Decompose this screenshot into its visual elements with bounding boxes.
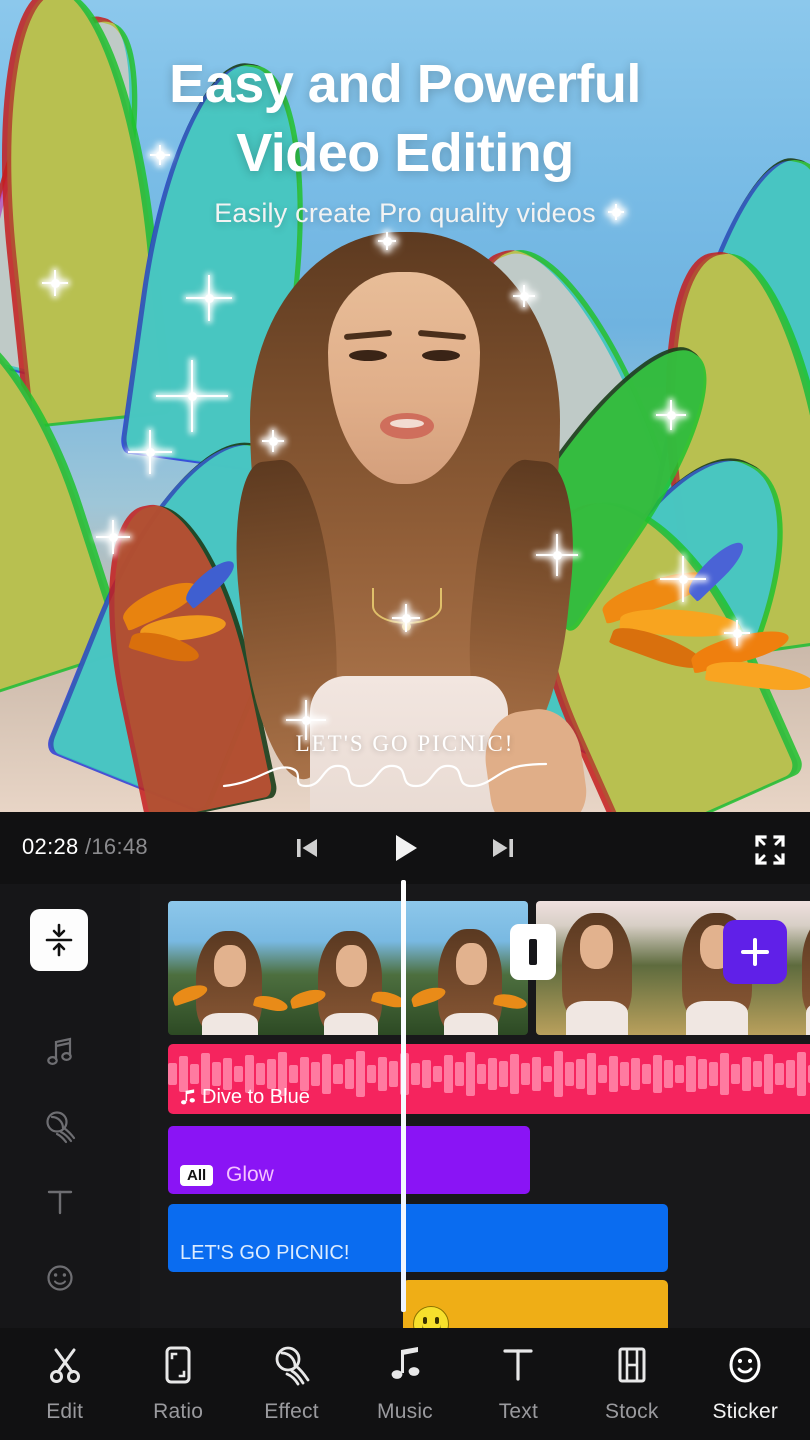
tab-effect[interactable]: Effect bbox=[240, 1344, 344, 1424]
tab-text-label: Text bbox=[498, 1400, 539, 1423]
film-icon bbox=[612, 1344, 652, 1386]
hero-subtitle: Easily create Pro quality videos bbox=[214, 198, 596, 228]
effect-icon bbox=[46, 1111, 76, 1144]
tab-stock[interactable]: Stock bbox=[580, 1344, 684, 1424]
tab-text[interactable]: Text bbox=[466, 1344, 570, 1424]
transport-controls bbox=[0, 812, 810, 884]
text-clip[interactable]: LET'S GO PICNIC! bbox=[168, 1204, 668, 1272]
clip-thumbnail bbox=[168, 901, 288, 1035]
add-clip-button[interactable] bbox=[723, 920, 787, 984]
effect-scope-badge: All bbox=[180, 1164, 214, 1186]
skip-next-icon bbox=[493, 839, 513, 857]
sidebar-item-text-track[interactable] bbox=[34, 1176, 86, 1228]
sticker-clip[interactable] bbox=[403, 1280, 668, 1328]
tab-ratio-label: Ratio bbox=[153, 1400, 204, 1423]
clip-thumbnail bbox=[288, 901, 408, 1035]
smiley-icon bbox=[47, 1265, 73, 1291]
tab-edit[interactable]: Edit bbox=[13, 1344, 117, 1424]
tab-ratio[interactable]: Ratio bbox=[126, 1344, 230, 1424]
sidebar-item-effect-track[interactable] bbox=[34, 1100, 86, 1152]
sticker-icon bbox=[724, 1344, 766, 1386]
tab-music[interactable]: Music bbox=[353, 1344, 457, 1424]
sidebar-item-merge-clips[interactable] bbox=[30, 909, 88, 971]
effect-icon bbox=[271, 1344, 313, 1386]
video-clip[interactable] bbox=[168, 901, 528, 1035]
playback-bar: 02:28 /16:48 bbox=[0, 812, 810, 884]
text-icon bbox=[47, 1190, 73, 1215]
music-clip-label: Dive to Blue bbox=[178, 1086, 310, 1109]
ratio-icon bbox=[158, 1344, 198, 1386]
playhead[interactable] bbox=[401, 880, 406, 1312]
fullscreen-icon bbox=[755, 835, 785, 865]
tab-effect-label: Effect bbox=[264, 1400, 319, 1423]
tab-stock-label: Stock bbox=[605, 1400, 659, 1423]
flower bbox=[688, 600, 810, 730]
transition-button[interactable] bbox=[510, 924, 556, 980]
effect-clip[interactable]: All Glow bbox=[168, 1126, 530, 1194]
track-rail bbox=[0, 884, 140, 1328]
music-clip[interactable]: Dive to Blue bbox=[168, 1044, 810, 1114]
hero-headline: Easy and Powerful Video Editing bbox=[0, 50, 810, 188]
transition-icon bbox=[529, 939, 537, 965]
hero-headline-line1: Easy and Powerful bbox=[169, 54, 641, 114]
app-root: Easy and Powerful Video Editing Easily c… bbox=[0, 0, 810, 1440]
hero-headline-line2: Video Editing bbox=[236, 123, 574, 184]
smiley-icon bbox=[413, 1306, 449, 1328]
music-note-icon bbox=[181, 1089, 195, 1105]
music-clip-title: Dive to Blue bbox=[202, 1086, 310, 1108]
sidebar-item-music-track[interactable] bbox=[34, 1026, 86, 1078]
tab-sticker[interactable]: Sticker bbox=[693, 1344, 797, 1424]
person-subject bbox=[225, 210, 591, 812]
merge-icon bbox=[45, 923, 73, 957]
sidebar-item-sticker-track[interactable] bbox=[34, 1252, 86, 1304]
play-button[interactable] bbox=[383, 826, 427, 870]
text-icon bbox=[498, 1344, 538, 1386]
skip-previous-icon bbox=[297, 839, 317, 857]
play-icon bbox=[396, 835, 417, 861]
tab-edit-label: Edit bbox=[46, 1400, 84, 1423]
music-icon bbox=[385, 1344, 425, 1386]
plus-icon bbox=[741, 938, 769, 966]
scissors-icon bbox=[45, 1344, 85, 1386]
text-clip-title: LET'S GO PICNIC! bbox=[180, 1242, 350, 1264]
prev-frame-button[interactable] bbox=[285, 826, 329, 870]
swoosh-decoration bbox=[222, 762, 548, 788]
bottom-toolbar: Edit Ratio Effect Music Text Stock Stick… bbox=[0, 1328, 810, 1440]
effect-clip-title: Glow bbox=[226, 1163, 274, 1186]
next-frame-button[interactable] bbox=[481, 826, 525, 870]
video-preview[interactable]: Easy and Powerful Video Editing Easily c… bbox=[0, 0, 810, 812]
music-note-icon bbox=[47, 1037, 72, 1066]
fullscreen-button[interactable] bbox=[748, 828, 792, 872]
tab-music-label: Music bbox=[377, 1400, 433, 1423]
tab-sticker-label: Sticker bbox=[712, 1400, 779, 1423]
video-track[interactable] bbox=[168, 901, 810, 1035]
